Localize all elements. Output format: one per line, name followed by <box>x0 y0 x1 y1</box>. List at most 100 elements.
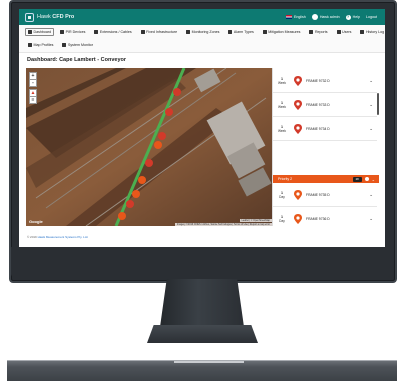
alert-row[interactable]: 1 Week FRAME 9734 D ⌄ <box>273 118 377 141</box>
nav-item-dashboard[interactable]: Dashboard <box>25 28 55 36</box>
flag-icon <box>286 15 293 19</box>
nav-item-users[interactable]: Users <box>334 28 355 36</box>
nav-item-system-monitor[interactable]: System Monitor <box>59 41 95 49</box>
nav-item-history-log[interactable]: History Log <box>357 28 385 36</box>
satellite-map[interactable]: + - ▲ ≡ Google Leaflet | © OpenStreetMap… <box>26 68 272 226</box>
nav-item-label: Map Profiles <box>33 43 54 47</box>
users-icon <box>336 30 341 34</box>
help-icon: ? <box>345 14 351 20</box>
top-bar: Hawk CFD Pro English Hawk admin ? Help L… <box>19 9 385 25</box>
user-name: Hawk admin <box>319 15 340 19</box>
nav-item-label: System Monitor <box>67 43 93 47</box>
chevron-down-icon[interactable]: ⌄ <box>372 177 375 182</box>
nav-item-label: Mitigation Measures <box>268 30 301 34</box>
priority-count-badge: 28 <box>352 176 362 182</box>
help-label: Help <box>352 15 360 19</box>
logo-icon <box>25 12 34 22</box>
nav-item-alarm-types[interactable]: Alarm Types <box>225 28 256 36</box>
chevron-down-icon[interactable]: ⌄ <box>369 216 373 222</box>
map-pin-icon <box>293 124 303 134</box>
nav-item-monitoring-zones[interactable]: Monitoring Zones <box>183 28 222 36</box>
nav-item-map-profiles[interactable]: Map Profiles <box>25 41 56 49</box>
chevron-down-icon[interactable]: ⌄ <box>369 78 373 84</box>
device-icon <box>60 30 65 34</box>
map-attribution[interactable]: Leaflet | © OpenStreetMap <box>239 219 272 222</box>
nav-item-label: Extensions / Cables <box>99 30 132 34</box>
map-icon <box>28 43 32 47</box>
nav-item-reports[interactable]: Reports <box>306 28 330 36</box>
footer-company-link[interactable]: Hawk Measurement Systems Pty. Ltd. <box>38 235 89 239</box>
imagery-attribution[interactable]: Imagery ©2019 CNES / Airbus, Sainte Tech… <box>174 223 272 226</box>
priority-label: Priority 2 <box>278 177 293 181</box>
page-title: Dashboard: Cape Lambert - Conveyor <box>27 57 127 63</box>
screen: Hawk CFD Pro English Hawk admin ? Help L… <box>19 9 385 247</box>
shield-icon <box>262 30 267 34</box>
app-name-suffix: CFD Pro <box>52 14 75 20</box>
history-icon <box>360 30 365 34</box>
desk-surface <box>7 360 397 381</box>
alert-row[interactable]: 1 Day FRAME 9736 D ⌄ <box>273 208 377 226</box>
settings-icon[interactable] <box>364 177 369 181</box>
language-label: English <box>294 15 306 19</box>
nav-item-label: Monitoring Zones <box>191 30 220 34</box>
logout-link[interactable]: Logout <box>366 15 377 19</box>
chevron-down-icon[interactable]: ⌄ <box>369 102 373 108</box>
monitor-stand-neck <box>160 279 244 327</box>
app-logo[interactable]: Hawk CFD Pro <box>25 12 74 22</box>
alert-age: 1 Day <box>273 191 291 199</box>
map-pin-icon <box>293 100 303 110</box>
alert-age-unit: Day <box>279 195 285 199</box>
nav-item-label: History Log <box>365 30 385 34</box>
zoom-out-button[interactable]: - <box>29 79 37 87</box>
alert-row[interactable]: 1 Week FRAME 9733 D ⌄ <box>273 94 377 117</box>
alert-frame-name: FRAME 9736 D <box>306 217 330 221</box>
nav-item-label: Reports <box>314 30 328 34</box>
nav-item-label: PIR Devices <box>65 30 86 34</box>
alert-age: 1 Day <box>273 215 291 223</box>
language-selector[interactable]: English <box>286 15 306 19</box>
help-link[interactable]: ? Help <box>345 14 360 20</box>
nav-item-label: Dashboard <box>33 30 52 34</box>
scrollbar[interactable] <box>377 93 379 115</box>
nav-item-fixed-infrastructure[interactable]: Fixed Infrastructure <box>138 28 180 36</box>
home-icon <box>28 30 32 34</box>
nav-row-1: Dashboard PIR Devices Extensions / Cables F… <box>25 28 385 36</box>
map-pin-icon <box>293 76 303 86</box>
building-icon <box>140 30 145 34</box>
alert-age-unit: Day <box>279 219 285 223</box>
priority-header[interactable]: Priority 2 28 ⌄ <box>273 175 379 183</box>
google-logo: Google <box>29 219 43 224</box>
nav-item-extensions-cables[interactable]: Extensions / Cables <box>91 28 134 36</box>
nav-item-label: Users <box>342 30 352 34</box>
nav-item-mitigation-measures[interactable]: Mitigation Measures <box>260 28 304 36</box>
map-pin-icon <box>293 190 303 200</box>
nav-row-2: Map Profiles System Monitor <box>25 41 96 49</box>
alert-frame-name: FRAME 9732 D <box>306 79 330 83</box>
alarm-icon <box>228 30 233 34</box>
nav-item-label: Alarm Types <box>233 30 254 34</box>
alert-age-unit: Week <box>277 81 287 85</box>
app-name: Hawk CFD Pro <box>37 14 74 20</box>
layers-icon[interactable]: ≡ <box>29 96 37 104</box>
alert-row[interactable]: 1 Day FRAME 9735 D ⌄ <box>273 184 377 207</box>
user-menu[interactable]: Hawk admin <box>311 14 340 20</box>
chevron-down-icon[interactable]: ⌄ <box>369 126 373 132</box>
alert-row[interactable]: 1 Week FRAME 9732 D ⌄ <box>273 70 377 93</box>
alerts-panel: 1 Week FRAME 9732 D ⌄ 1 Week FRAME 9733 D ⌄ 1 Wee… <box>272 68 379 226</box>
nav-item-pir-devices[interactable]: PIR Devices <box>57 28 88 36</box>
map-pin-icon <box>293 214 303 224</box>
chevron-down-icon[interactable]: ⌄ <box>369 192 373 198</box>
monitor-icon <box>62 43 67 47</box>
monitor-stand-foot <box>147 325 258 343</box>
nav-item-label: Fixed Infrastructure <box>146 30 178 34</box>
target-icon <box>186 30 191 34</box>
monitor-chin <box>11 247 391 277</box>
alert-age-unit: Week <box>277 105 287 109</box>
top-right-menu: English Hawk admin ? Help Logout <box>286 14 377 20</box>
map-imagery <box>26 68 272 226</box>
main-nav: Dashboard PIR Devices Extensions / Cables F… <box>19 25 385 53</box>
alert-age: 1 Week <box>273 125 291 133</box>
alert-age-unit: Week <box>277 129 287 133</box>
logout-label: Logout <box>366 15 377 19</box>
app-name-prefix: Hawk <box>37 14 51 20</box>
